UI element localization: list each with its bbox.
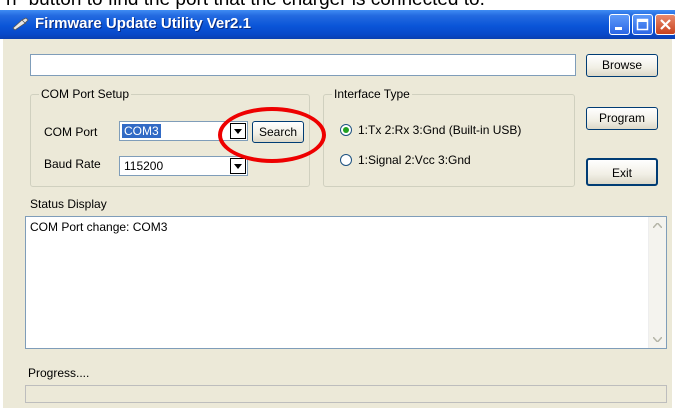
- scroll-up-button[interactable]: [649, 217, 666, 234]
- search-button[interactable]: Search: [252, 121, 304, 143]
- com-port-value: COM3: [122, 124, 161, 138]
- file-path-input[interactable]: [30, 54, 576, 76]
- app-icon: [12, 17, 29, 31]
- app-window: Firmware Update Utility Ver2.1 Browse CO…: [0, 10, 675, 408]
- program-button[interactable]: Program: [586, 107, 658, 130]
- interface-option-signal-radio[interactable]: [340, 154, 352, 166]
- status-scrollbar[interactable]: [648, 217, 666, 348]
- title-bar: Firmware Update Utility Ver2.1: [0, 10, 675, 39]
- close-button[interactable]: [655, 14, 675, 35]
- maximize-button[interactable]: [632, 14, 653, 35]
- status-text: COM Port change: COM3: [30, 220, 168, 234]
- chevron-down-icon: [653, 337, 662, 342]
- progress-label: Progress....: [28, 366, 90, 380]
- progress-bar: [25, 385, 667, 403]
- interface-option-signal-label: 1:Signal 2:Vcc 3:Gnd: [358, 153, 471, 167]
- window-title: Firmware Update Utility Ver2.1: [35, 15, 251, 32]
- caption-text: h" button to find the port that the char…: [0, 0, 485, 10]
- interface-option-builtin-usb-label: 1:Tx 2:Rx 3:Gnd (Built-in USB): [358, 123, 522, 137]
- com-port-setup-legend: COM Port Setup: [39, 87, 132, 101]
- interface-type-legend: Interface Type: [332, 87, 412, 101]
- com-port-select[interactable]: COM3: [119, 121, 248, 141]
- minimize-button[interactable]: [609, 14, 630, 35]
- baud-rate-label: Baud Rate: [44, 157, 101, 171]
- interface-type-group: Interface Type: [323, 87, 575, 187]
- baud-rate-select[interactable]: 115200: [119, 156, 248, 176]
- interface-option-builtin-usb-radio[interactable]: [340, 124, 352, 136]
- chevron-down-icon: [234, 163, 242, 169]
- exit-button[interactable]: Exit: [586, 158, 658, 186]
- com-port-label: COM Port: [44, 125, 98, 139]
- com-port-dropdown-button[interactable]: [230, 123, 246, 139]
- baud-rate-value: 115200: [124, 159, 164, 173]
- chevron-down-icon: [234, 128, 242, 134]
- minimize-icon: [615, 27, 622, 30]
- scroll-down-button[interactable]: [649, 331, 666, 348]
- chevron-up-icon: [653, 223, 662, 228]
- baud-rate-dropdown-button[interactable]: [230, 158, 246, 174]
- status-display-label: Status Display: [30, 197, 107, 211]
- maximize-icon: [636, 18, 649, 31]
- browse-button[interactable]: Browse: [586, 54, 658, 77]
- close-icon: [660, 19, 671, 30]
- status-display: COM Port change: COM3: [25, 216, 667, 349]
